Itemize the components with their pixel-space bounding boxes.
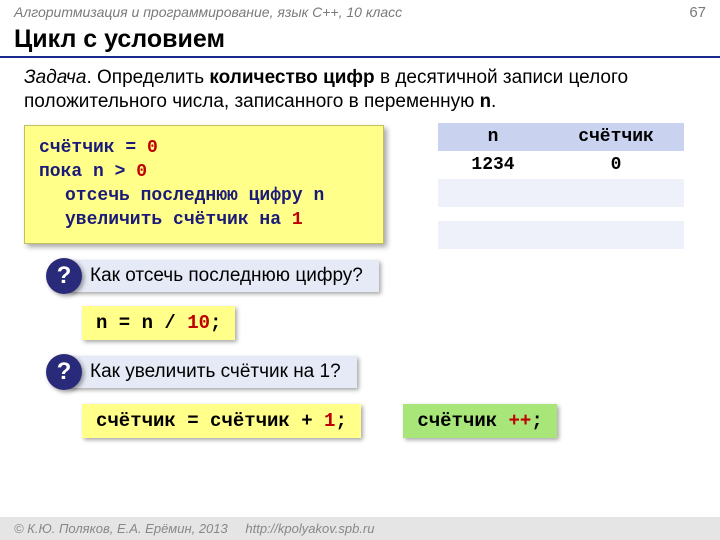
- task-statement: Задача. Определить количество цифр в дес…: [0, 66, 720, 125]
- task-lead: Задача: [24, 67, 86, 88]
- trace-row: [438, 221, 684, 249]
- code-snippet-2: счётчик = счётчик + 1;: [82, 404, 361, 438]
- question-2-text: Как увеличить счётчик на 1?: [68, 356, 357, 388]
- question-mark-icon: ?: [46, 354, 82, 390]
- page-number: 67: [689, 4, 706, 21]
- algo-line-4: увеличить счётчик на 1: [39, 208, 369, 232]
- snippet-row: счётчик = счётчик + 1; счётчик ++;: [24, 392, 696, 438]
- page-title: Цикл с условием: [0, 21, 720, 58]
- trace-row: 1234 0: [438, 151, 684, 179]
- algorithm-box: счётчик = 0 пока n > 0 отсечь последнюю …: [24, 125, 384, 244]
- code-snippet-3: счётчик ++;: [403, 404, 556, 438]
- trace-row: [438, 179, 684, 207]
- trace-table: n счётчик 1234 0: [438, 123, 684, 249]
- algo-line-3: отсечь последнюю цифру n: [39, 184, 369, 208]
- header-bar: Алгоритмизация и программирование, язык …: [0, 0, 720, 21]
- task-key: количество цифр: [209, 67, 374, 88]
- trace-col-counter: счётчик: [548, 127, 684, 147]
- footer: © К.Ю. Поляков, Е.А. Ерёмин, 2013 http:/…: [0, 517, 720, 540]
- copyright: © К.Ю. Поляков, Е.А. Ерёмин, 2013: [14, 521, 228, 536]
- trace-col-n: n: [438, 127, 548, 147]
- trace-gap: [438, 207, 684, 221]
- question-1: ? Как отсечь последнюю цифру?: [46, 258, 696, 294]
- footer-link: http://kpolyakov.spb.ru: [245, 521, 374, 536]
- algo-line-2: пока n > 0: [39, 160, 369, 184]
- task-var: n: [480, 91, 491, 113]
- question-2: ? Как увеличить счётчик на 1?: [46, 354, 696, 390]
- code-snippet-1: n = n / 10;: [82, 306, 235, 340]
- trace-header: n счётчик: [438, 123, 684, 151]
- content-area: счётчик = 0 пока n > 0 отсечь последнюю …: [0, 125, 720, 438]
- question-1-text: Как отсечь последнюю цифру?: [68, 260, 379, 292]
- course-name: Алгоритмизация и программирование, язык …: [14, 4, 402, 21]
- question-mark-icon: ?: [46, 258, 82, 294]
- algo-line-1: счётчик = 0: [39, 136, 369, 160]
